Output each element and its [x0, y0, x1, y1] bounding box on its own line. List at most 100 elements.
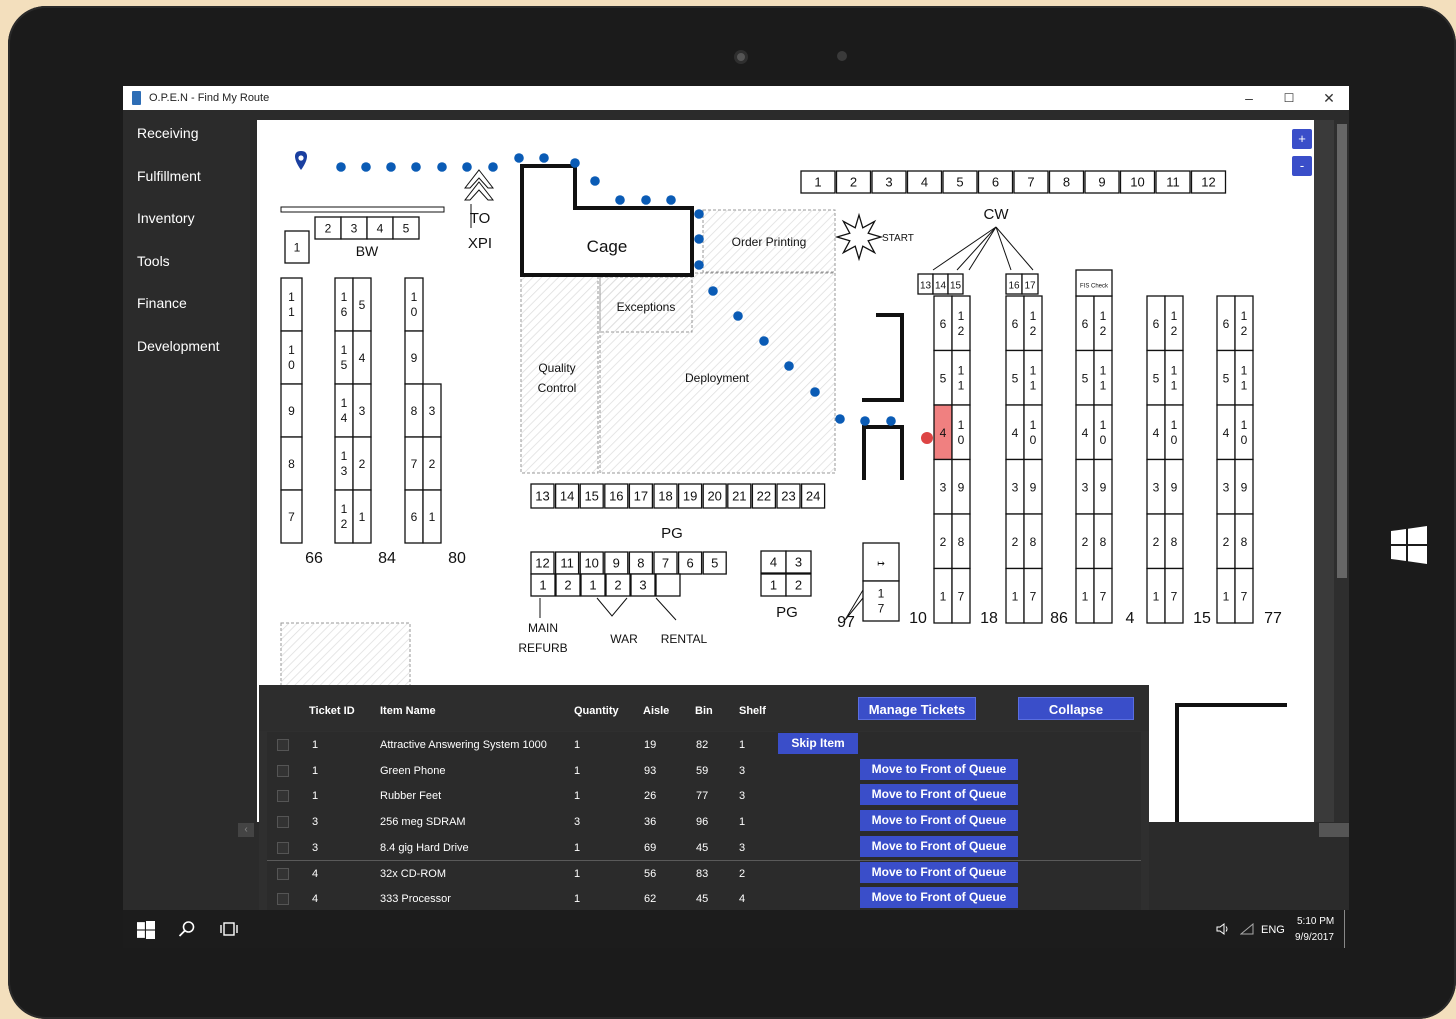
- row-checkbox[interactable]: [277, 867, 289, 880]
- row-checkbox[interactable]: [277, 739, 289, 751]
- start-icon[interactable]: [137, 921, 155, 939]
- row-checkbox[interactable]: [277, 893, 289, 906]
- cw-top-bin-label: 5: [956, 175, 963, 190]
- quality-control-label: Quality: [538, 361, 575, 375]
- cage-label: Cage: [587, 237, 628, 256]
- row-checkbox[interactable]: [277, 816, 289, 829]
- row-checkbox[interactable]: [277, 841, 289, 854]
- refurb-bin-label: 11: [560, 556, 574, 571]
- sidebar-item-fulfillment[interactable]: Fulfillment: [123, 153, 257, 196]
- bw-label: BW: [356, 243, 379, 259]
- screen: O.P.E.N - Find My Route – ☐ ✕ Receiving …: [123, 86, 1349, 948]
- move-to-front-button[interactable]: Move to Front of Queue: [860, 861, 1018, 883]
- language-indicator[interactable]: ENG: [1261, 924, 1285, 936]
- move-to-front-button[interactable]: Move to Front of Queue: [860, 758, 1018, 780]
- pg2-bin-label: 3: [795, 555, 802, 570]
- map-label-line: 1: [341, 396, 348, 410]
- to-xpi-label: TO: [470, 210, 491, 227]
- map-label-line: 1: [1030, 309, 1037, 323]
- move-to-front-button[interactable]: Move to Front of Queue: [860, 887, 1018, 909]
- move-to-front-button[interactable]: Move to Front of Queue: [860, 784, 1018, 806]
- map-vertical-scrollbar[interactable]: [1334, 120, 1349, 822]
- route-dot: [615, 195, 625, 205]
- cw-rack-bin-label: 2: [940, 535, 947, 549]
- pg-bin-label: 13: [535, 489, 549, 504]
- aisle-number: 86: [1050, 610, 1068, 627]
- cell-name: 333 Processor: [380, 893, 451, 906]
- zoom-out-button[interactable]: -: [1292, 156, 1312, 176]
- task-view-icon[interactable]: [220, 920, 238, 938]
- wifi-icon[interactable]: [1240, 923, 1254, 935]
- rack-bin-label: 14: [341, 396, 348, 425]
- cw-rack-bin-label: 6: [1012, 317, 1019, 331]
- route-dot: [514, 153, 524, 163]
- collapse-button[interactable]: Collapse: [1018, 697, 1134, 720]
- col-shelf: Shelf: [739, 705, 766, 717]
- cw-rack-bin-label: 9: [1100, 480, 1107, 494]
- refurb-bin-label: 1: [589, 578, 596, 593]
- cw-rack-bin-label: 10: [1030, 418, 1037, 447]
- map-label-line: 1: [1241, 378, 1248, 392]
- cell-name: 32x CD-ROM: [380, 867, 447, 880]
- ticket-row[interactable]: 4 333 Processor 1 62 45 4 Move to Front of Que…: [267, 886, 1141, 913]
- map-label-line: 0: [1241, 433, 1248, 447]
- scroll-left-arrow-icon[interactable]: ‹: [238, 823, 254, 837]
- start-pin-dot: [298, 155, 304, 161]
- rack-bin-label: 10: [411, 290, 418, 319]
- move-to-front-button[interactable]: Move to Front of Queue: [860, 810, 1018, 832]
- cell-aisle: 56: [644, 867, 657, 880]
- route-dot: [666, 195, 676, 205]
- cw-top-bin-label: 4: [921, 175, 928, 190]
- zoom-in-button[interactable]: +: [1292, 129, 1312, 149]
- cw-rack-bin-label: 4: [940, 426, 947, 440]
- cw-rack-bin-label: 5: [1012, 371, 1019, 385]
- rental-label: RENTAL: [661, 632, 708, 646]
- show-desktop-divider[interactable]: [1344, 910, 1345, 948]
- sidebar-item-finance[interactable]: Finance: [123, 280, 257, 323]
- row-checkbox[interactable]: [277, 764, 289, 777]
- cell-qty: 1: [574, 790, 581, 803]
- clock-date[interactable]: 9/9/2017: [1295, 932, 1334, 943]
- map-label-line: 1: [1100, 309, 1107, 323]
- cell-shelf: 1: [739, 739, 746, 751]
- maximize-button[interactable]: ☐: [1269, 87, 1309, 109]
- minimize-button[interactable]: –: [1229, 87, 1269, 109]
- scrollbar-thumb[interactable]: [1337, 124, 1347, 578]
- sidebar-item-development[interactable]: Development: [123, 323, 257, 366]
- ticket-row[interactable]: 3 256 meg SDRAM 3 36 96 1 Move to Front of Que…: [267, 809, 1141, 836]
- skip-item-button[interactable]: Skip Item: [778, 733, 858, 754]
- sidebar-item-receiving[interactable]: Receiving: [123, 110, 257, 153]
- cell-shelf: 3: [739, 764, 746, 777]
- bw-bin-label: 2: [325, 222, 332, 236]
- ticket-row[interactable]: 4 32x CD-ROM 1 56 83 2 Move to Front of Queue: [267, 860, 1141, 888]
- search-icon[interactable]: [178, 920, 196, 938]
- ticket-row[interactable]: 1 Green Phone 1 93 59 3 Move to Front of Queue: [267, 757, 1141, 785]
- sidebar-item-inventory[interactable]: Inventory: [123, 195, 257, 238]
- move-to-front-button[interactable]: Move to Front of Queue: [860, 835, 1018, 857]
- clock-time[interactable]: 5:10 PM: [1297, 916, 1334, 927]
- cell-aisle: 69: [644, 841, 657, 854]
- ticket-row[interactable]: 3 8.4 gig Hard Drive 1 69 45 3 Move to Front o…: [267, 834, 1141, 862]
- close-button[interactable]: ✕: [1309, 87, 1349, 109]
- cell-aisle: 93: [644, 764, 657, 777]
- scroll-right-handle[interactable]: [1319, 823, 1349, 837]
- map-label-line: 7: [878, 602, 885, 616]
- windows-hardware-button-icon[interactable]: [1391, 526, 1427, 564]
- manage-tickets-button[interactable]: Manage Tickets: [858, 697, 976, 720]
- bw-bin-label: 4: [377, 222, 384, 236]
- cw-rack-bin-label: 11: [1171, 363, 1178, 392]
- refurb-bin-label: 1: [539, 578, 546, 593]
- app-icon: [132, 91, 141, 105]
- cw-connector: [995, 226, 1034, 271]
- volume-icon[interactable]: [1216, 923, 1230, 935]
- col-ticket-id: Ticket ID: [309, 705, 355, 717]
- ticket-row[interactable]: 1 Rubber Feet 1 26 77 3 Move to Front of Queue: [267, 783, 1141, 811]
- rack-bin-label: 10: [288, 343, 295, 372]
- ticket-row[interactable]: 1 Attractive Answering System 1000 1 19 82 1 S…: [267, 732, 1141, 759]
- row-checkbox[interactable]: [277, 790, 289, 803]
- rack-bin-label: 2: [429, 457, 436, 471]
- cw-rack-bin-label: 2: [1153, 535, 1160, 549]
- pg2-bin-label: 2: [795, 578, 802, 593]
- map-label-line: 1: [341, 343, 348, 357]
- sidebar-item-tools[interactable]: Tools: [123, 238, 257, 281]
